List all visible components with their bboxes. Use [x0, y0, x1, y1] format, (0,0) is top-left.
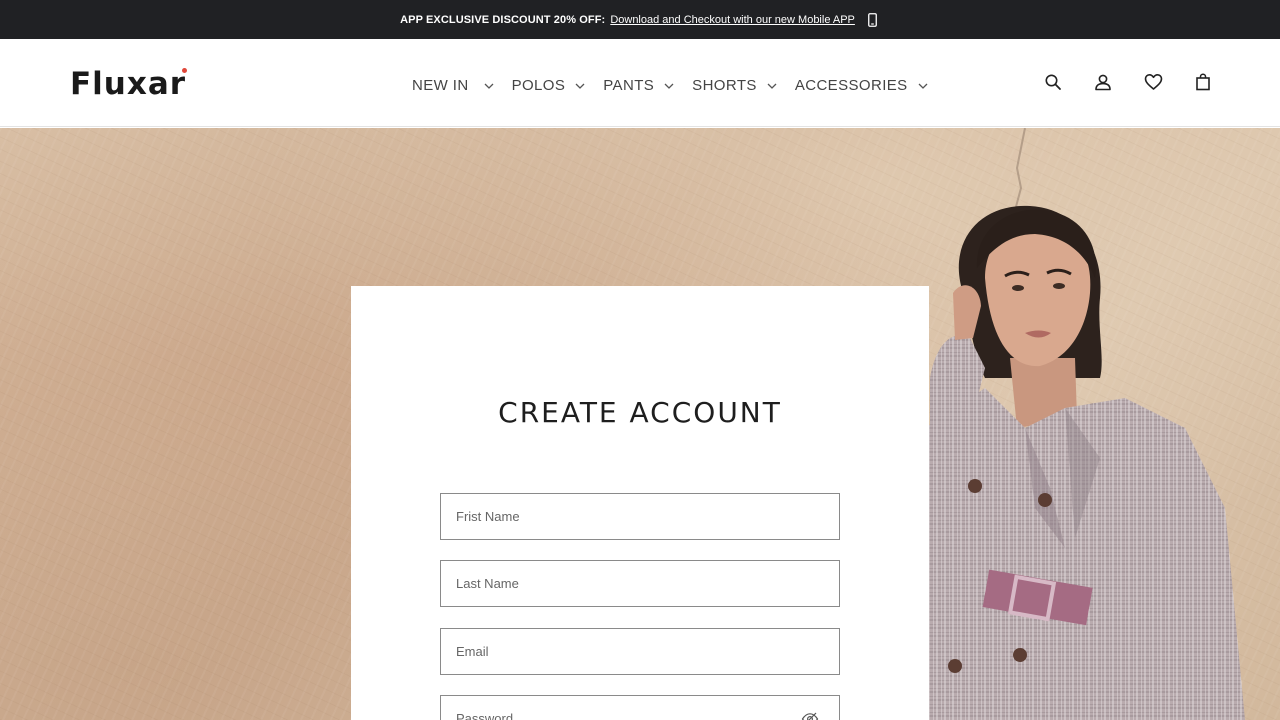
nav-label: PANTS	[603, 77, 655, 94]
mobile-app-link[interactable]: Download and Checkout with our new Mobil…	[610, 14, 855, 26]
nav-item-pants[interactable]: PANTS	[603, 77, 674, 94]
wishlist-heart-icon[interactable]	[1143, 72, 1163, 92]
header-actions	[1043, 72, 1213, 92]
nav-item-accessories[interactable]: ACCESSORIES	[795, 77, 928, 94]
nav-label: POLOS	[511, 77, 566, 94]
eye-slash-icon[interactable]	[801, 710, 819, 720]
page-title: CREATE ACCOUNT	[498, 396, 782, 429]
nav-item-polos[interactable]: POLOS	[512, 77, 586, 94]
nav-item-shorts[interactable]: SHORTS	[692, 77, 777, 94]
first-name-field-wrapper	[440, 493, 840, 540]
account-icon[interactable]	[1093, 72, 1113, 92]
first-name-field[interactable]	[441, 494, 839, 539]
chevron-down-icon	[918, 81, 928, 91]
password-field-wrapper	[440, 695, 840, 720]
last-name-field-wrapper	[440, 560, 840, 607]
chevron-down-icon	[484, 81, 494, 91]
nav-label: ACCESSORIES	[794, 77, 908, 94]
search-icon[interactable]	[1043, 72, 1063, 92]
logo-dot	[182, 68, 188, 73]
nav-item-new-in[interactable]: NEW IN	[412, 77, 494, 94]
site-logo[interactable]: Fluxar	[70, 65, 188, 103]
chevron-down-icon	[767, 81, 777, 91]
announcement-bar: APP EXCLUSIVE DISCOUNT 20% OFF: Download…	[0, 0, 1280, 39]
chevron-down-icon	[664, 81, 674, 91]
promo-text: APP EXCLUSIVE DISCOUNT 20% OFF:	[400, 13, 606, 26]
email-field-wrapper	[440, 628, 840, 675]
logo-text: Fluxar	[70, 66, 187, 102]
main-nav: NEW IN POLOS PANTS SHORTS ACCESSORIES	[412, 77, 946, 94]
create-account-card: CREATE ACCOUNT	[351, 286, 929, 720]
site-header: Fluxar NEW IN POLOS PANTS SHORTS ACCESSO…	[0, 39, 1280, 127]
model-photo	[925, 128, 1245, 720]
nav-label: NEW IN	[412, 77, 469, 94]
chevron-down-icon	[575, 81, 585, 91]
mobile-phone-icon	[866, 12, 880, 27]
shopping-bag-icon[interactable]	[1193, 72, 1213, 92]
email-field[interactable]	[441, 629, 839, 674]
password-field[interactable]	[441, 696, 839, 720]
nav-label: SHORTS	[692, 77, 757, 94]
last-name-field[interactable]	[441, 561, 839, 606]
